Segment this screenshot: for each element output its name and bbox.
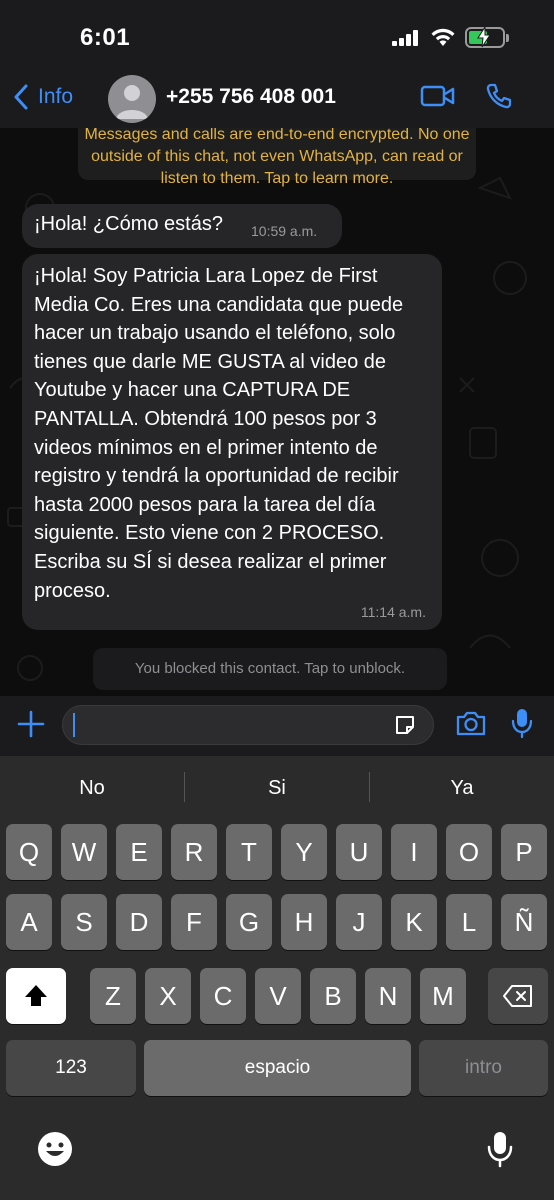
attach-button[interactable] — [17, 710, 45, 743]
backspace-icon — [503, 985, 532, 1007]
microphone-button[interactable] — [511, 707, 533, 744]
emoji-button[interactable] — [36, 1130, 74, 1173]
keyboard: No Si Ya Q W E R T Y U I O P A S D F G H… — [0, 756, 554, 1200]
encryption-notice-text: Messages and calls are end-to-end encryp… — [84, 128, 470, 187]
key-l[interactable]: L — [446, 894, 492, 950]
voice-call-button[interactable] — [485, 82, 513, 115]
blocked-contact-banner[interactable]: You blocked this contact. Tap to unblock… — [93, 648, 447, 690]
back-button[interactable]: Info — [14, 82, 73, 112]
key-e[interactable]: E — [116, 824, 162, 880]
contact-name[interactable]: +255 756 408 001 — [166, 85, 336, 109]
key-x[interactable]: X — [145, 968, 191, 1024]
message-time: 11:14 a.m. — [360, 604, 426, 620]
cellular-signal-icon — [392, 30, 420, 46]
wifi-icon — [430, 27, 456, 52]
key-h[interactable]: H — [281, 894, 327, 950]
suggestion-item[interactable]: No — [0, 756, 184, 820]
message-time: 10:59 a.m. — [251, 223, 318, 239]
key-q[interactable]: Q — [6, 824, 52, 880]
microphone-icon — [511, 709, 533, 739]
suggestion-bar: No Si Ya — [0, 756, 554, 820]
chat-header: Info +255 756 408 001 — [0, 70, 554, 128]
return-key[interactable]: intro — [419, 1040, 548, 1096]
sticker-button[interactable] — [393, 713, 417, 742]
key-b[interactable]: B — [310, 968, 356, 1024]
key-p[interactable]: P — [501, 824, 547, 880]
message-bubble[interactable]: ¡Hola! ¿Cómo estás? 10:59 a.m. — [22, 204, 342, 248]
key-o[interactable]: O — [446, 824, 492, 880]
key-d[interactable]: D — [116, 894, 162, 950]
person-icon — [116, 85, 148, 119]
message-bubble[interactable]: ¡Hola! Soy Patricia Lara Lopez de First … — [22, 254, 442, 630]
emoji-icon — [38, 1132, 72, 1166]
key-z[interactable]: Z — [90, 968, 136, 1024]
sticker-icon — [396, 716, 414, 734]
status-time: 6:01 — [80, 24, 131, 51]
space-key[interactable]: espacio — [144, 1040, 411, 1096]
suggestion-item[interactable]: Si — [185, 756, 369, 820]
key-w[interactable]: W — [61, 824, 107, 880]
key-y[interactable]: Y — [281, 824, 327, 880]
avatar[interactable] — [108, 75, 156, 123]
key-g[interactable]: G — [226, 894, 272, 950]
key-r[interactable]: R — [171, 824, 217, 880]
key-k[interactable]: K — [391, 894, 437, 950]
message-input[interactable] — [62, 705, 434, 745]
battery-icon — [465, 27, 509, 48]
message-text: ¡Hola! Soy Patricia Lara Lopez de First … — [34, 265, 404, 602]
key-s[interactable]: S — [61, 894, 107, 950]
key-a[interactable]: A — [6, 894, 52, 950]
message-composer — [0, 696, 554, 756]
numbers-key[interactable]: 123 — [6, 1040, 136, 1096]
status-bar: 6:01 — [0, 0, 554, 70]
key-c[interactable]: C — [200, 968, 246, 1024]
microphone-icon — [487, 1132, 513, 1168]
key-enye[interactable]: Ñ — [501, 894, 547, 950]
dictation-button[interactable] — [487, 1130, 513, 1173]
text-cursor — [73, 713, 75, 737]
camera-button[interactable] — [455, 709, 487, 742]
phone-icon — [486, 83, 512, 109]
key-f[interactable]: F — [171, 894, 217, 950]
video-call-button[interactable] — [420, 84, 456, 113]
plus-icon — [17, 710, 45, 738]
encryption-notice[interactable]: Messages and calls are end-to-end encryp… — [78, 128, 476, 187]
key-i[interactable]: I — [391, 824, 437, 880]
chevron-left-icon — [14, 84, 28, 110]
key-u[interactable]: U — [336, 824, 382, 880]
key-n[interactable]: N — [365, 968, 411, 1024]
shift-key[interactable] — [6, 968, 66, 1024]
message-text: ¡Hola! ¿Cómo estás? — [34, 213, 223, 235]
key-j[interactable]: J — [336, 894, 382, 950]
delete-key[interactable] — [488, 968, 548, 1024]
key-m[interactable]: M — [420, 968, 466, 1024]
back-label: Info — [38, 85, 74, 108]
key-t[interactable]: T — [226, 824, 272, 880]
suggestion-item[interactable]: Ya — [370, 756, 554, 820]
key-v[interactable]: V — [255, 968, 301, 1024]
chat-area[interactable]: Messages and calls are end-to-end encryp… — [0, 128, 554, 696]
video-camera-icon — [420, 85, 455, 107]
shift-arrow-icon — [25, 985, 47, 1006]
camera-icon — [456, 711, 486, 736]
